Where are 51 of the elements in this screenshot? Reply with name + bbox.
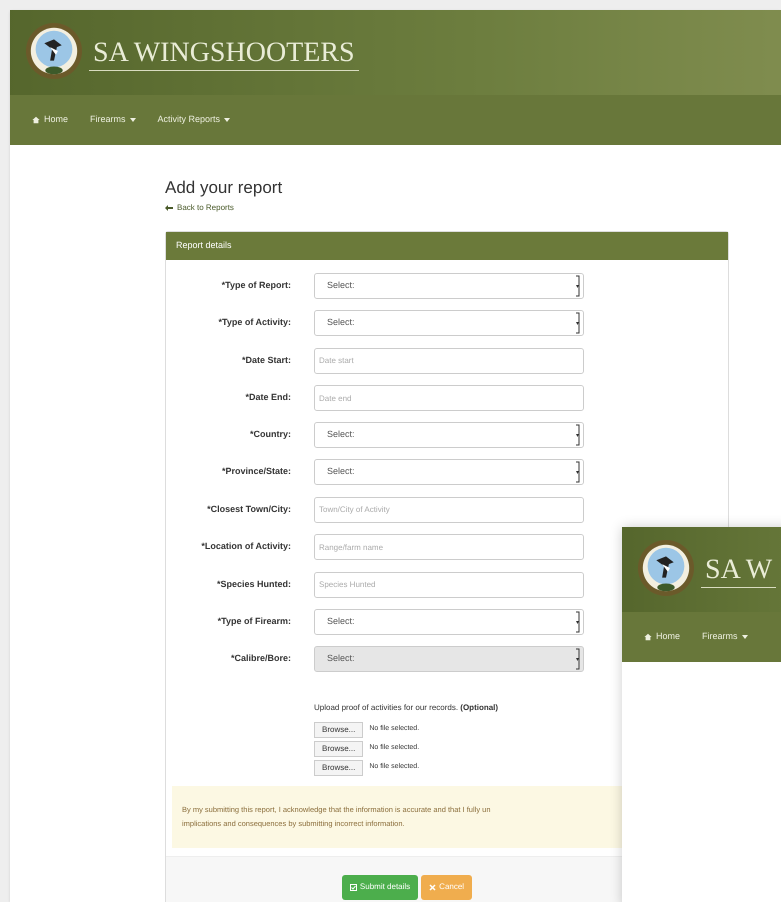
select-field[interactable]: Select:: [314, 310, 584, 336]
dropdown-icon: [575, 424, 580, 446]
home-icon: [644, 633, 652, 641]
dropdown-icon: [575, 312, 580, 334]
dropdown-icon: [575, 648, 580, 670]
nav-link[interactable]: Firearms: [90, 113, 136, 127]
club-logo: [25, 22, 83, 80]
field-label: *Province/State:: [220, 465, 291, 478]
field-label: *Country:: [249, 428, 291, 442]
arrow-left-icon: [165, 205, 173, 211]
select-field[interactable]: Select:: [314, 422, 584, 448]
text-field[interactable]: Date start: [314, 348, 584, 374]
text-field[interactable]: Species Hunted: [314, 572, 584, 598]
page-title: Add your report: [165, 177, 284, 199]
field-label: *Type of Report:: [220, 279, 291, 292]
back-link[interactable]: Back to Reports: [165, 202, 781, 214]
dropdown-icon: [575, 275, 580, 297]
field-label: *Type of Activity:: [217, 316, 291, 330]
field-label: *Closest Town/City:: [206, 502, 291, 516]
select-field[interactable]: Select:: [314, 273, 584, 299]
browse-button[interactable]: Browse...: [314, 740, 364, 756]
field-label: *Location of Activity:: [200, 540, 291, 553]
field-label: *Date Start:: [240, 354, 291, 366]
home-icon: [32, 116, 40, 124]
field-label: *Calibre/Bore:: [230, 652, 291, 665]
panel-title: Report details: [176, 239, 232, 252]
caret-icon: [224, 118, 230, 122]
upload-note: Upload proof of activities for our records. (Optional): [314, 702, 500, 714]
field-label: *Date End:: [244, 391, 291, 404]
nav-link[interactable]: Home: [32, 113, 68, 127]
site-title[interactable]: SA W: [701, 554, 772, 585]
caret-icon: [130, 118, 136, 122]
dropdown-icon: [575, 610, 580, 632]
text-field[interactable]: Range/farm name: [314, 534, 584, 560]
nav-link[interactable]: Firearms: [702, 630, 748, 644]
dropdown-icon: [575, 461, 580, 483]
field-label: *Species Hunted:: [216, 578, 291, 591]
site-title[interactable]: SA WINGSHOOTERS: [89, 37, 355, 68]
browse-button[interactable]: Browse...: [314, 722, 364, 738]
club-logo: [637, 539, 695, 597]
select-field[interactable]: Select:: [314, 608, 584, 634]
text-field[interactable]: Date end: [314, 385, 584, 411]
nav-link[interactable]: Home: [644, 630, 680, 644]
caret-icon: [742, 635, 748, 639]
checkbox-icon: [350, 884, 357, 890]
browse-button[interactable]: Browse...: [314, 760, 364, 776]
field-label: *Type of Firearm:: [216, 614, 291, 628]
text-field[interactable]: Town/City of Activity: [314, 496, 584, 522]
nav-link[interactable]: Activity Reports: [158, 113, 230, 127]
select-field[interactable]: Select:: [314, 459, 584, 485]
close-icon: [429, 884, 436, 890]
